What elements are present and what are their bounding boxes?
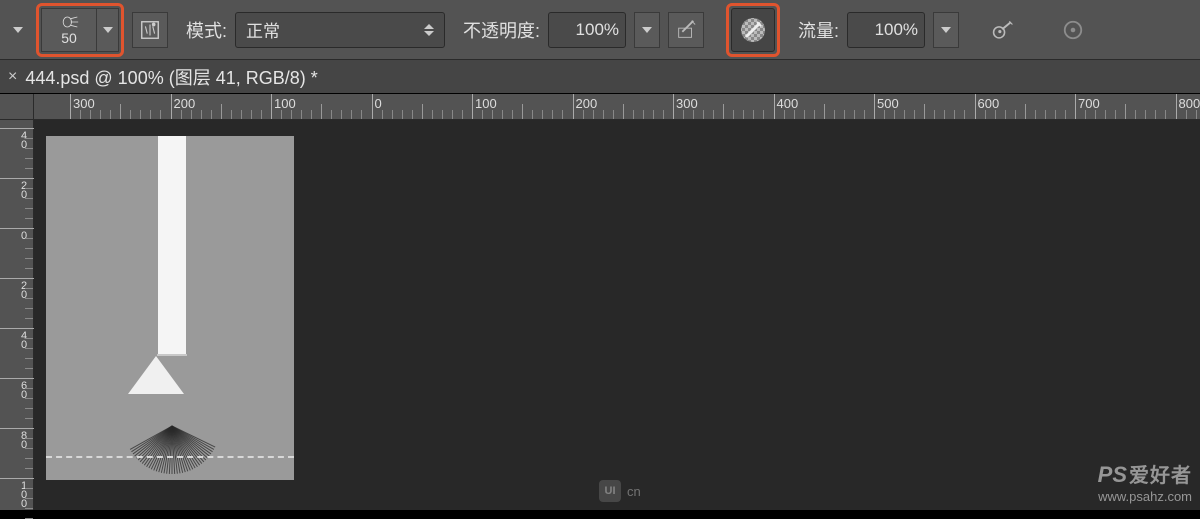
options-bar: 50 模式: 正常 不透明度: 100% 流量: 100%	[0, 0, 1200, 60]
flow-dropdown[interactable]	[933, 12, 959, 48]
tool-preset-dropdown[interactable]	[8, 20, 28, 40]
select-arrows-icon	[424, 24, 434, 36]
ruler-corner	[0, 94, 34, 120]
airbrush-toggle[interactable]	[731, 8, 775, 52]
brush-panel-toggle[interactable]	[132, 12, 168, 48]
vertical-ruler[interactable]: 4020020406080100	[0, 120, 34, 510]
brush-tip-icon	[59, 14, 79, 30]
document-tab-bar: × 444.psd @ 100% (图层 41, RGB/8) *	[0, 60, 1200, 94]
brush-illustration	[156, 136, 188, 446]
brush-preset-picker[interactable]: 50	[41, 8, 119, 52]
document-tab-title: 444.psd @ 100% (图层 41, RGB/8) *	[25, 64, 317, 90]
flow-label: 流量:	[798, 17, 839, 43]
blend-mode-value: 正常	[246, 17, 280, 42]
canvas-viewport[interactable]: UI cn PS爱好者 www.psahz.com	[34, 120, 1200, 510]
highlight-brush-preset: 50	[36, 3, 124, 57]
target-icon	[1062, 19, 1084, 41]
target-toggle[interactable]	[1055, 12, 1091, 48]
brush-preview: 50	[42, 14, 96, 46]
tab-close-button[interactable]: ×	[8, 68, 17, 86]
airbrush-icon	[739, 16, 767, 44]
brush-size-value: 50	[61, 30, 77, 46]
editor-area: 3002001000100200300400500600700800900 40…	[0, 94, 1200, 510]
flow-input[interactable]: 100%	[847, 12, 925, 48]
flow-pressure-toggle[interactable]	[985, 12, 1021, 48]
horizontal-ruler[interactable]: 3002001000100200300400500600700800900	[34, 94, 1200, 120]
tablet-pressure-icon	[675, 19, 697, 41]
opacity-pressure-toggle[interactable]	[668, 12, 704, 48]
watermark-psahz: PS爱好者 www.psahz.com	[1098, 461, 1192, 506]
opacity-label: 不透明度:	[463, 17, 540, 43]
guide-line	[46, 456, 294, 458]
pen-pressure-icon	[992, 19, 1014, 41]
brush-panel-icon	[139, 19, 161, 41]
canvas[interactable]	[46, 136, 294, 480]
brush-preset-dropdown[interactable]	[96, 9, 118, 51]
mode-label: 模式:	[186, 17, 227, 43]
blend-mode-select[interactable]: 正常	[235, 12, 445, 48]
opacity-dropdown[interactable]	[634, 12, 660, 48]
highlight-airbrush	[726, 3, 780, 57]
watermark-uicn: UI cn	[599, 480, 641, 502]
opacity-input[interactable]: 100%	[548, 12, 626, 48]
